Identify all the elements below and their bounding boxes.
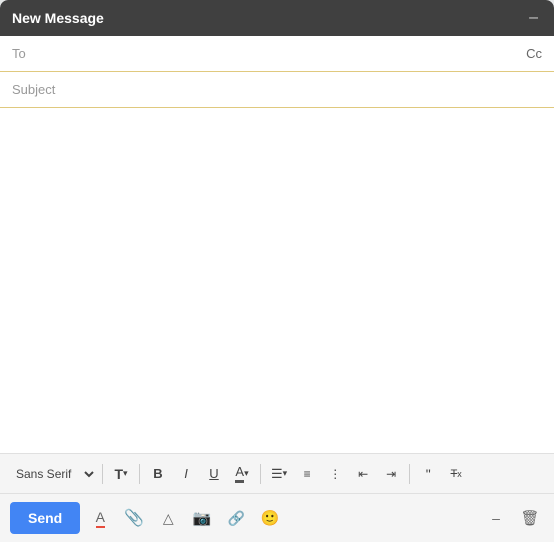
bottom-toolbar: Send A 📎 △ 📷 🔗 🙂 – (0, 493, 554, 542)
bullet-list-button[interactable]: ⋮ (322, 461, 348, 487)
subject-label: Subject (12, 82, 55, 97)
bullet-list-icon: ⋮ (329, 467, 341, 481)
font-color-icon: A (235, 464, 244, 483)
message-body[interactable] (0, 108, 554, 453)
text-size-button[interactable]: T ▾ (108, 461, 134, 487)
text-size-dropdown-arrow: ▾ (123, 468, 128, 479)
drive-button[interactable]: △ (154, 504, 182, 532)
subject-input[interactable] (55, 82, 542, 97)
emoji-icon: 🙂 (261, 509, 280, 527)
remove-formatting-button[interactable]: T x (443, 461, 469, 487)
to-label: To (12, 46, 42, 61)
align-arrow: ▾ (283, 468, 288, 479)
indent-increase-icon: ⇥ (386, 467, 396, 481)
text-size-icon: T (114, 466, 123, 482)
font-family-select[interactable]: Sans Serif Serif Fixed width (8, 461, 97, 487)
indent-decrease-icon: ⇤ (358, 467, 368, 481)
remove-formatting-icon: T (451, 468, 458, 480)
attach-icon: 📎 (124, 508, 144, 528)
font-color-arrow: ▾ (244, 468, 249, 479)
compose-title: New Message (12, 10, 104, 26)
subject-field-row: Subject (0, 72, 554, 108)
formatting-toolbar: Sans Serif Serif Fixed width T ▾ B I U A… (0, 453, 554, 493)
title-bar-controls: – (525, 8, 542, 28)
numbered-list-button[interactable]: ≡ (294, 461, 320, 487)
send-button[interactable]: Send (10, 502, 80, 534)
align-button[interactable]: ☰ ▾ (266, 461, 292, 487)
minimize-compose-button[interactable]: – (482, 504, 510, 532)
title-bar: New Message – (0, 0, 554, 36)
divider-2 (139, 464, 140, 484)
to-input[interactable] (42, 46, 526, 61)
align-icon: ☰ (271, 466, 283, 482)
attach-button[interactable]: 📎 (120, 504, 148, 532)
indent-decrease-button[interactable]: ⇤ (350, 461, 376, 487)
photo-button[interactable]: 📷 (188, 504, 216, 532)
numbered-list-icon: ≡ (304, 467, 311, 481)
to-field-row: To Cc (0, 36, 554, 72)
minimize-compose-icon: – (492, 510, 500, 526)
quote-icon: " (426, 466, 431, 482)
discard-button[interactable]: 🗑 (516, 504, 544, 532)
divider-3 (260, 464, 261, 484)
trash-icon: 🗑 (520, 509, 539, 527)
quote-button[interactable]: " (415, 461, 441, 487)
photo-icon: 📷 (193, 509, 212, 527)
link-icon: 🔗 (228, 510, 245, 527)
link-button[interactable]: 🔗 (222, 504, 250, 532)
emoji-button[interactable]: 🙂 (256, 504, 284, 532)
drive-icon: △ (163, 510, 174, 527)
divider-1 (102, 464, 103, 484)
italic-button[interactable]: I (173, 461, 199, 487)
cc-button[interactable]: Cc (526, 46, 542, 61)
font-color-bottom-button[interactable]: A (86, 504, 114, 532)
font-color-bottom-icon: A (96, 509, 105, 528)
bold-button[interactable]: B (145, 461, 171, 487)
indent-increase-button[interactable]: ⇥ (378, 461, 404, 487)
minimize-button[interactable]: – (525, 8, 542, 28)
font-color-button[interactable]: A ▾ (229, 461, 255, 487)
compose-window: New Message – To Cc Subject Sans Serif S… (0, 0, 554, 542)
remove-formatting-sub: x (457, 469, 462, 479)
font-family-wrapper: Sans Serif Serif Fixed width (8, 461, 97, 487)
underline-button[interactable]: U (201, 461, 227, 487)
divider-4 (409, 464, 410, 484)
